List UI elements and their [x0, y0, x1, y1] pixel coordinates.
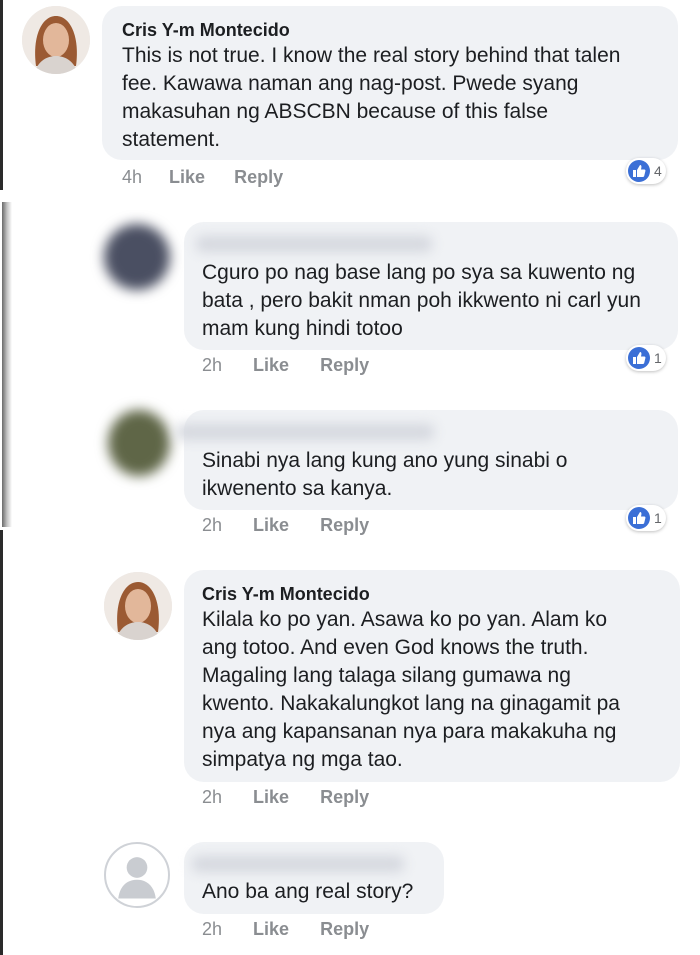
- like-button[interactable]: Like: [253, 919, 289, 940]
- comment-author[interactable]: Cris Y-m Montecido: [122, 20, 290, 41]
- comment-text: Sinabi nya lang kung ano yung sinabi o i…: [202, 449, 568, 500]
- left-border: [0, 0, 3, 190]
- like-button[interactable]: Like: [169, 167, 205, 188]
- left-border: [0, 530, 3, 955]
- blurred-edge: [2, 202, 12, 527]
- avatar[interactable]: [108, 410, 170, 476]
- reaction-number: 1: [654, 350, 662, 366]
- like-button[interactable]: Like: [253, 515, 289, 536]
- thumbs-up-icon: [628, 507, 650, 529]
- comment-text: Kilala ko po yan. Asawa ko po yan. Alam …: [202, 608, 620, 771]
- comment-time[interactable]: 4h: [122, 167, 142, 188]
- like-button[interactable]: Like: [253, 355, 289, 376]
- comment-author-redacted[interactable]: [192, 856, 404, 872]
- thumbs-up-icon: [628, 160, 650, 182]
- comment-author-redacted[interactable]: [176, 424, 434, 440]
- comment-author-redacted[interactable]: [196, 236, 432, 252]
- avatar[interactable]: [22, 6, 90, 74]
- comment-actions: 2h Like Reply: [202, 787, 369, 808]
- comment-time[interactable]: 2h: [202, 787, 222, 808]
- comment-text: Cguro po nag base lang po sya sa kuwento…: [202, 261, 641, 340]
- comment-actions: 4h Like Reply: [122, 167, 283, 188]
- avatar[interactable]: [104, 224, 170, 290]
- comment-text: Ano ba ang real story?: [202, 880, 414, 903]
- reaction-count[interactable]: 4: [626, 158, 666, 184]
- comment-actions: 2h Like Reply: [202, 919, 369, 940]
- reply-button[interactable]: Reply: [320, 919, 369, 940]
- reply-button[interactable]: Reply: [320, 515, 369, 536]
- comment-author[interactable]: Cris Y-m Montecido: [202, 584, 370, 605]
- reaction-number: 4: [654, 163, 662, 179]
- comment-actions: 2h Like Reply: [202, 355, 369, 376]
- comment-time[interactable]: 2h: [202, 355, 222, 376]
- reaction-number: 1: [654, 510, 662, 526]
- default-avatar-icon[interactable]: [104, 842, 170, 908]
- reply-button[interactable]: Reply: [320, 787, 369, 808]
- reply-button[interactable]: Reply: [234, 167, 283, 188]
- avatar[interactable]: [104, 572, 172, 640]
- thumbs-up-icon: [628, 347, 650, 369]
- reaction-count[interactable]: 1: [626, 345, 666, 371]
- comment-actions: 2h Like Reply: [202, 515, 369, 536]
- like-button[interactable]: Like: [253, 787, 289, 808]
- comment-time[interactable]: 2h: [202, 515, 222, 536]
- reaction-count[interactable]: 1: [626, 505, 666, 531]
- comment-text: This is not true. I know the real story …: [122, 44, 621, 151]
- comment-time[interactable]: 2h: [202, 919, 222, 940]
- reply-button[interactable]: Reply: [320, 355, 369, 376]
